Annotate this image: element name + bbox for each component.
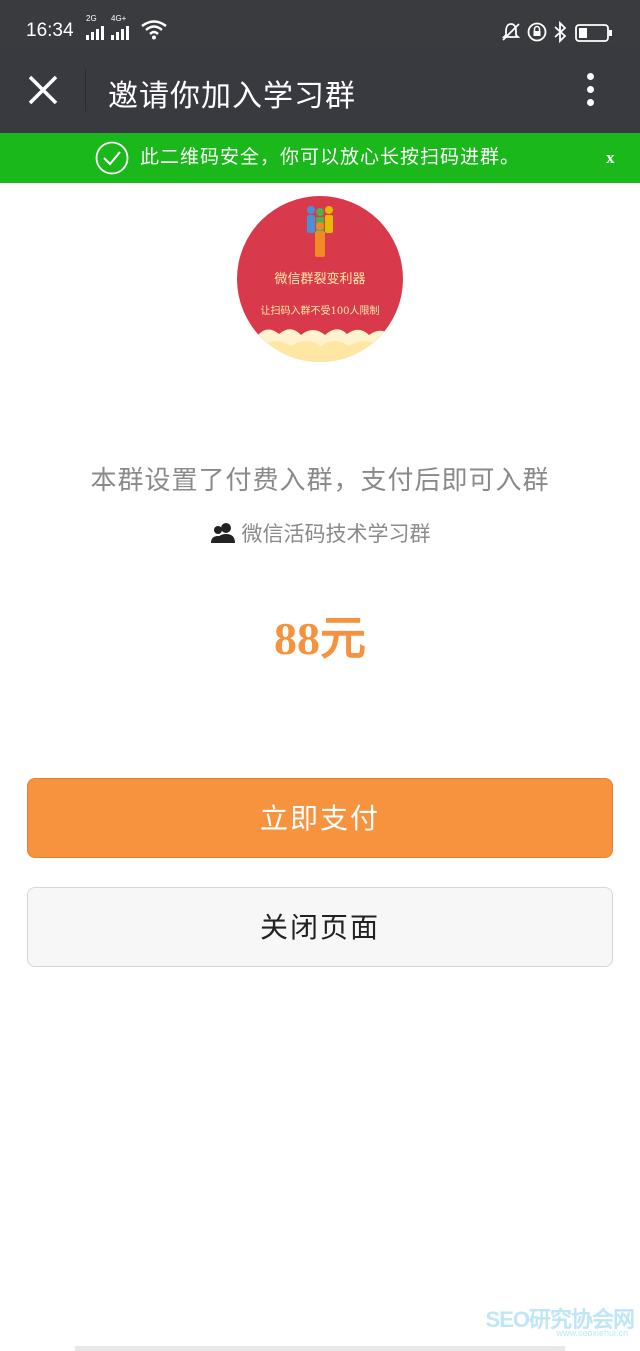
more-menu-icon[interactable] [578, 71, 602, 109]
status-bar: 16:34 2G 4G+ [0, 0, 640, 47]
lock-rotation-icon [527, 22, 547, 42]
paid-join-notice: 本群设置了付费入群，支付后即可入群 [90, 466, 550, 496]
avatar-subtitle: 让扫码入群不受100人限制 [260, 306, 380, 317]
check-circle-icon [95, 141, 129, 175]
close-page-button[interactable]: 关闭页面 [27, 887, 613, 967]
group-name-row: 微信活码技术学习群 [0, 518, 640, 548]
title-divider [85, 69, 86, 111]
bluetooth-icon [554, 21, 567, 43]
bottom-strip [75, 1346, 565, 1351]
pay-now-button[interactable]: 立即支付 [27, 778, 613, 858]
mute-bell-icon [501, 23, 521, 41]
page-title: 邀请你加入学习群 [108, 79, 356, 114]
close-icon[interactable] [22, 69, 64, 111]
banner-close-button[interactable]: x [606, 148, 615, 168]
avatar-title: 微信群裂变利器 [274, 272, 366, 287]
cloud-decoration-icon [237, 329, 403, 362]
signal-tag: 2G [86, 14, 97, 23]
watermark-url: www.seoxiehui.cn [556, 1328, 628, 1338]
group-avatar: 微信群裂变利器 让扫码入群不受100人限制 [237, 196, 403, 362]
signal-tag: 4G+ [111, 14, 127, 23]
battery-icon [575, 24, 612, 42]
title-bar: 邀请你加入学习群 [0, 47, 640, 133]
people-icon [307, 206, 333, 257]
group-name: 微信活码技术学习群 [241, 522, 431, 546]
wifi-icon [141, 20, 167, 40]
price-amount: 88元 [274, 613, 366, 664]
group-members-icon [210, 523, 235, 543]
status-time: 16:34 [26, 20, 74, 41]
safety-banner-text: 此二维码安全，你可以放心长按扫码进群。 [140, 146, 521, 168]
